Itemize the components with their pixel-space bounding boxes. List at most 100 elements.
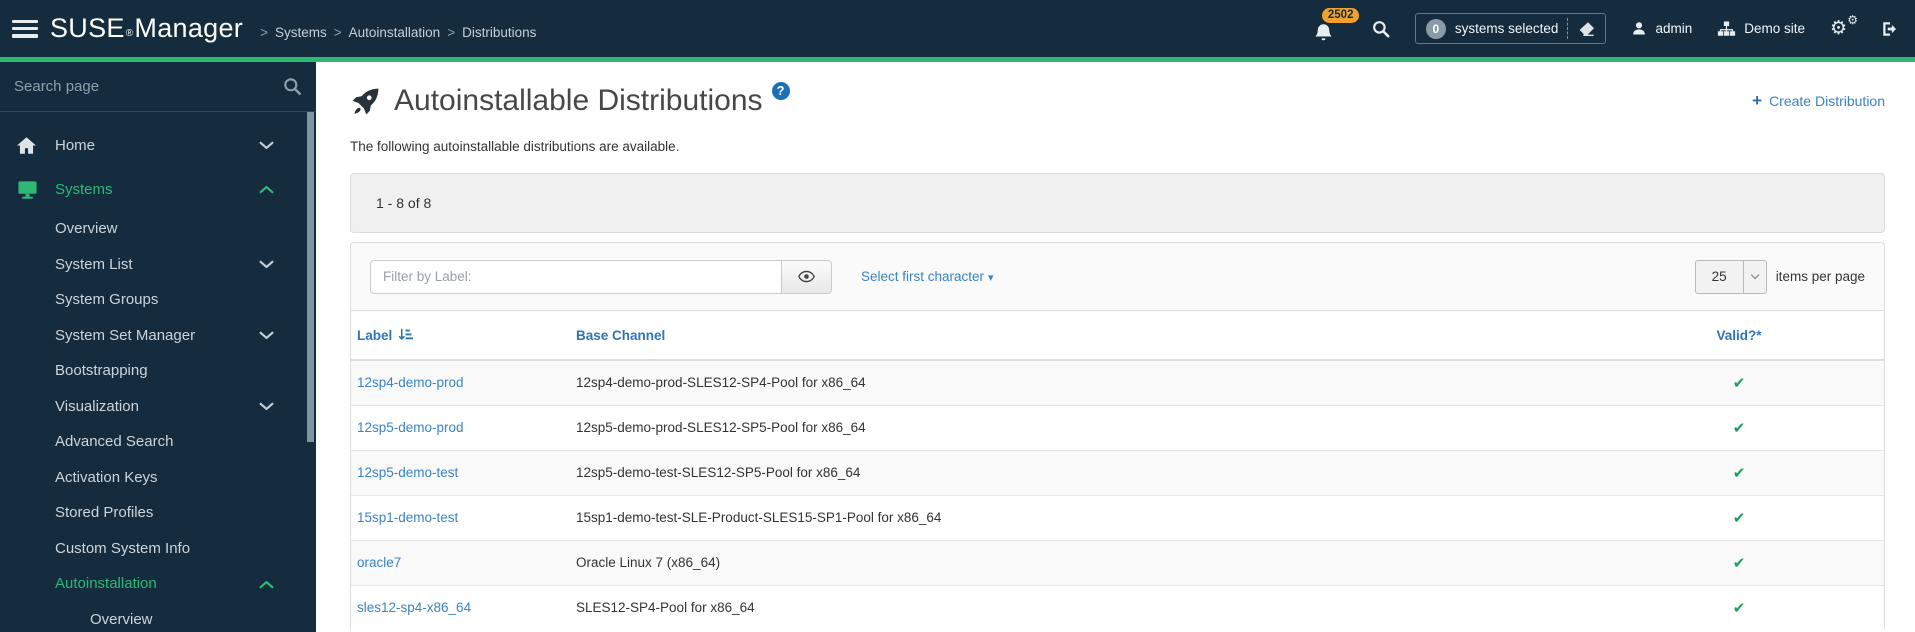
breadcrumb-item[interactable]: Systems <box>275 25 327 40</box>
sidebar-item-label: System List <box>55 255 133 273</box>
sidebar-item-label: Bootstrapping <box>55 362 148 380</box>
sidebar-item-bootstrapping[interactable]: Bootstrapping <box>0 353 316 389</box>
chevron-down-icon <box>259 141 274 150</box>
home-icon <box>17 136 36 154</box>
selection-divider <box>1567 18 1569 39</box>
bell-icon <box>1315 23 1332 40</box>
sidebar-item-system-groups[interactable]: System Groups <box>0 282 316 318</box>
sidebar-item-custom-system-info[interactable]: Custom System Info <box>0 531 316 567</box>
sidebar: Home Systems Overview System List System Gro… <box>0 62 316 632</box>
main-content: Autoinstallable Distributions ? + Create… <box>316 62 1915 632</box>
base-channel-cell: 12sp4-demo-prod-SLES12-SP4-Pool for x86_… <box>576 359 1594 405</box>
sidebar-item-label: Overview <box>55 220 118 238</box>
sidebar-item-overview[interactable]: Overview <box>0 211 316 247</box>
username: admin <box>1655 21 1693 36</box>
gear-icon: ⚙ <box>1830 17 1848 39</box>
breadcrumb: > Systems > Autoinstallation > Distributions <box>253 25 536 40</box>
organization-menu[interactable]: Demo site <box>1717 20 1805 38</box>
base-channel-cell: 12sp5-demo-prod-SLES12-SP5-Pool for x86_… <box>576 404 1594 450</box>
sidebar-item-systems[interactable]: Systems <box>0 167 316 211</box>
settings-gears-button[interactable]: ⚙ ⚙ <box>1830 13 1858 41</box>
hamburger-menu-icon[interactable] <box>12 19 38 38</box>
brand-breadcrumb-group: SUSE®Manager > Systems > Autoinstallation > D… <box>50 13 536 44</box>
chevron-up-icon <box>259 185 274 194</box>
sidebar-item-home[interactable]: Home <box>0 123 316 167</box>
column-header-base-channel[interactable]: Base Channel <box>576 311 1594 361</box>
chevron-down-icon <box>259 260 274 269</box>
select-chevron-icon <box>1742 260 1766 293</box>
distribution-label-link[interactable]: 12sp5-demo-prod <box>357 420 464 435</box>
top-header-bar: SUSE®Manager > Systems > Autoinstallation > D… <box>0 0 1915 62</box>
distribution-label-link[interactable]: 15sp1-demo-test <box>357 510 458 525</box>
eye-icon <box>798 270 815 283</box>
sidebar-item-advanced-search[interactable]: Advanced Search <box>0 424 316 460</box>
sidebar-item-stored-profiles[interactable]: Stored Profiles <box>0 495 316 531</box>
sidebar-item-overview[interactable]: Overview <box>0 602 316 632</box>
valid-check-icon: ✔ <box>1732 374 1746 392</box>
sign-out-button[interactable] <box>1881 20 1899 38</box>
sidebar-item-label: Custom System Info <box>55 539 191 557</box>
notifications-bell-button[interactable]: 2502 <box>1313 7 1360 46</box>
search-icon <box>284 78 301 95</box>
sidebar-item-activation-keys[interactable]: Activation Keys <box>0 460 316 496</box>
user-menu[interactable]: admin <box>1631 20 1692 37</box>
filter-by-label-input[interactable] <box>370 259 782 294</box>
column-header-valid[interactable]: Valid?* <box>1594 311 1884 361</box>
select-first-character-dropdown[interactable]: Select first character ▾ <box>861 269 994 284</box>
distribution-label-link[interactable]: 12sp4-demo-prod <box>357 375 464 390</box>
chevron-down-icon <box>259 331 274 340</box>
sidebar-item-label: Visualization <box>55 397 139 415</box>
table-row: 12sp4-demo-prod 12sp4-demo-prod-SLES12-SP… <box>351 359 1884 405</box>
help-icon[interactable]: ? <box>771 82 790 100</box>
organization-name: Demo site <box>1744 21 1805 36</box>
filter-preview-button[interactable] <box>782 259 832 294</box>
system-selection-box[interactable]: 0 systems selected <box>1414 13 1607 44</box>
table-row: oracle7 Oracle Linux 7 (x86_64) ✔ <box>351 539 1884 585</box>
sidebar-item-label: System Groups <box>55 291 159 309</box>
sidebar-search-input[interactable] <box>14 78 283 95</box>
rocket-icon <box>352 88 379 114</box>
breadcrumb-item[interactable]: Distributions <box>462 25 536 40</box>
global-search-button[interactable] <box>1372 20 1390 38</box>
distribution-label-link[interactable]: sles12-sp4-x86_64 <box>357 600 471 615</box>
sign-out-icon <box>1883 21 1896 36</box>
breadcrumb-separator: > <box>333 25 342 40</box>
app-logo[interactable]: SUSE®Manager <box>50 13 243 44</box>
valid-check-icon: ✔ <box>1732 554 1746 572</box>
breadcrumb-separator: > <box>260 25 268 40</box>
filter-toolbar: Select first character▾ 25 items per pag… <box>351 243 1884 311</box>
distribution-label-link[interactable]: oracle7 <box>357 555 401 570</box>
sidebar-item-label: Stored Profiles <box>55 504 154 522</box>
create-distribution-link[interactable]: + Create Distribution <box>1752 91 1885 111</box>
sidebar-search <box>0 62 316 112</box>
table-row: 12sp5-demo-test 12sp5-demo-test-SLES12-SP… <box>351 449 1884 495</box>
sidebar-scrollbar[interactable] <box>307 112 314 442</box>
breadcrumb-separator: > <box>447 25 456 40</box>
base-channel-cell: 15sp1-demo-test-SLE-Product-SLES15-SP1-P… <box>576 494 1594 540</box>
page-size-select[interactable]: 25 <box>1694 259 1767 294</box>
sitemap-icon <box>1718 21 1736 36</box>
selected-count-badge: 0 <box>1425 18 1446 39</box>
sidebar-item-autoinstallation[interactable]: Autoinstallation <box>0 566 316 602</box>
valid-check-icon: ✔ <box>1732 599 1746 617</box>
eraser-clear-icon[interactable] <box>1577 21 1595 37</box>
valid-check-icon: ✔ <box>1732 464 1746 482</box>
table-body: 12sp4-demo-prod 12sp4-demo-prod-SLES12-SP… <box>351 359 1884 630</box>
distributions-panel: Select first character▾ 25 items per pag… <box>350 242 1885 630</box>
breadcrumb-item[interactable]: Autoinstallation <box>349 25 441 40</box>
sidebar-item-system-set-manager[interactable]: System Set Manager <box>0 318 316 354</box>
distribution-label-link[interactable]: 12sp5-demo-test <box>357 465 458 480</box>
sidebar-item-visualization[interactable]: Visualization <box>0 389 316 425</box>
sidebar-item-system-list[interactable]: System List <box>0 247 316 283</box>
sidebar-item-label: Advanced Search <box>55 433 174 451</box>
valid-check-icon: ✔ <box>1732 419 1746 437</box>
page-title: Autoinstallable Distributions <box>394 84 763 117</box>
registered-mark: ® <box>125 28 134 39</box>
column-header-label[interactable]: Label <box>357 328 414 343</box>
table-row: 15sp1-demo-test 15sp1-demo-test-SLE-Produ… <box>351 494 1884 540</box>
chevron-up-icon <box>259 580 274 589</box>
sidebar-item-label: Overview <box>90 610 153 628</box>
pagination-panel: 1 - 8 of 8 <box>350 173 1885 233</box>
notification-count-badge: 2502 <box>1321 7 1360 23</box>
base-channel-cell: Oracle Linux 7 (x86_64) <box>576 539 1594 585</box>
